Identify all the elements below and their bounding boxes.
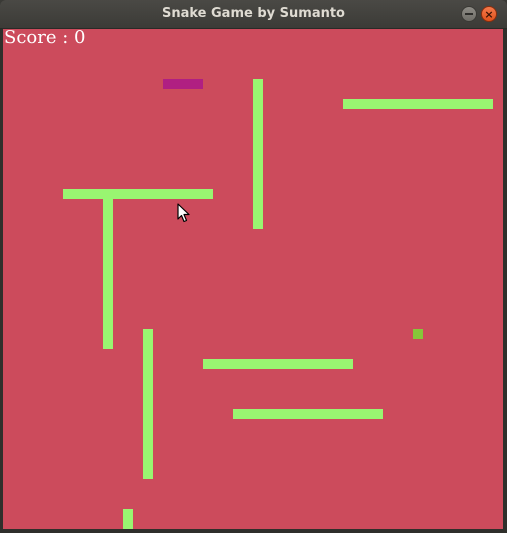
wall-segment — [343, 99, 493, 109]
mouse-cursor-icon — [177, 203, 190, 223]
game-window: Snake Game by Sumanto × Score : 0 — [0, 0, 507, 533]
wall-segment — [143, 329, 153, 479]
game-canvas[interactable]: Score : 0 — [3, 29, 503, 529]
score-label: Score : 0 — [4, 29, 86, 48]
wall-segment — [233, 409, 383, 419]
wall-segment — [123, 509, 133, 529]
wall-segment — [203, 359, 353, 369]
food-pellet — [413, 329, 423, 339]
wall-segment — [253, 79, 263, 229]
minimize-icon — [465, 13, 473, 15]
close-button[interactable]: × — [481, 6, 497, 22]
minimize-button[interactable] — [461, 6, 477, 22]
window-title: Snake Game by Sumanto — [161, 6, 345, 21]
wall-segment — [103, 199, 113, 349]
snake-body — [163, 79, 203, 89]
close-icon: × — [484, 8, 494, 21]
wall-segment — [63, 189, 213, 199]
title-bar[interactable]: Snake Game by Sumanto × — [0, 0, 507, 29]
